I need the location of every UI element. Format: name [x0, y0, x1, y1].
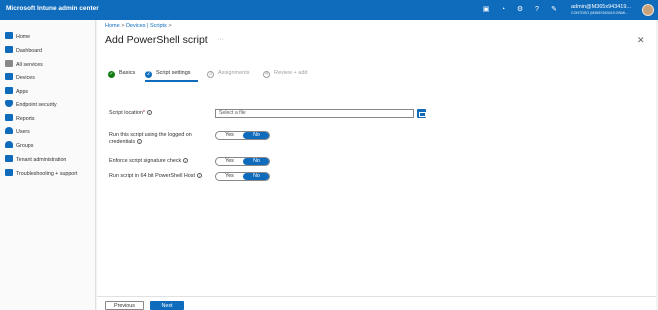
sidebar-item-label: Apps [16, 89, 29, 95]
toggle-no[interactable]: No [243, 173, 269, 180]
step-assignments[interactable]: 3 Assignments [207, 69, 250, 78]
sidebar-item-label: Users [16, 129, 30, 135]
sidebar-item-label: Endpoint security [16, 102, 57, 108]
info-icon[interactable]: i [137, 139, 143, 144]
remote-icon[interactable]: ▣ [482, 6, 490, 14]
info-icon[interactable]: i [146, 110, 152, 115]
breadcrumb-trail: > [168, 23, 172, 29]
toggle-yes[interactable]: Yes [216, 132, 243, 139]
app-title[interactable]: Microsoft Intune admin center [6, 5, 99, 12]
toggle-no[interactable]: No [243, 158, 269, 165]
toggle-no[interactable]: No [243, 132, 269, 139]
previous-button[interactable]: Previous [105, 301, 144, 310]
home-icon [5, 32, 13, 39]
devices-icon [5, 73, 13, 80]
next-button[interactable]: Next [150, 301, 184, 310]
toggle-yes[interactable]: Yes [216, 158, 243, 165]
groups-icon [5, 141, 13, 148]
sidebar-item-label: Devices [16, 75, 35, 81]
step-label: Script settings [156, 70, 191, 76]
active-step-indicator [145, 80, 198, 82]
sidebar-item-tenant-administration[interactable]: Tenant administration [5, 155, 95, 165]
page-title: Add PowerShell script [105, 34, 208, 46]
breadcrumb-devices-scripts[interactable]: Devices | Scripts [126, 23, 167, 29]
sidebar-item-groups[interactable]: Groups [5, 141, 95, 151]
endpoint-security-icon [5, 100, 13, 107]
account-info[interactable]: admin@M365x943419... CONTOSO (M365X94341… [571, 4, 639, 16]
sidebar-item-all-services[interactable]: All services [5, 60, 95, 70]
close-icon[interactable]: ✕ [637, 35, 645, 46]
top-bar: Microsoft Intune admin center ▣ ◔ ⚙ ? ✎ … [0, 0, 658, 20]
run-as-logged-on-toggle[interactable]: Yes No [215, 131, 270, 140]
sidebar-item-label: Dashboard [16, 48, 42, 54]
sidebar-item-label: Reports [16, 116, 35, 122]
run-64bit-label: Run script in 64 bit PowerShell Host i [109, 173, 202, 180]
browse-folder-icon[interactable] [417, 109, 426, 118]
step-number-icon: 3 [207, 71, 214, 78]
sidebar-item-label: Groups [16, 143, 34, 149]
feedback-icon[interactable]: ✎ [550, 6, 558, 14]
account-org: CONTOSO (M365X943419.ONMI... [571, 11, 629, 15]
sidebar-item-label: Troubleshooting + support [16, 171, 78, 177]
settings-icon[interactable]: ⚙ [516, 6, 524, 14]
sidebar-item-home[interactable]: Home [5, 32, 95, 42]
step-number-icon: 4 [263, 71, 270, 78]
main-panel: Home > Devices | Scripts > Add PowerShel… [97, 20, 656, 310]
enforce-signature-label: Enforce script signature check i [109, 158, 189, 165]
more-options-icon[interactable]: ··· [217, 36, 224, 43]
step-number-icon: 2 [145, 71, 152, 78]
step-basics[interactable]: ✓ Basics [108, 69, 135, 78]
dashboard-icon [5, 46, 13, 53]
sidebar-item-endpoint-security[interactable]: Endpoint security [5, 100, 95, 110]
sidebar-item-label: All services [16, 62, 43, 68]
all-services-icon [5, 60, 13, 67]
sidebar-item-troubleshooting[interactable]: Troubleshooting + support [5, 169, 95, 179]
step-script-settings[interactable]: 2 Script settings [145, 69, 191, 78]
run-64bit-toggle[interactable]: Yes No [215, 172, 270, 181]
avatar[interactable] [642, 4, 654, 16]
run-as-logged-on-label: Run this script using the logged on cred… [109, 132, 192, 145]
sidebar-item-label: Tenant administration [16, 157, 67, 163]
sidebar-item-devices[interactable]: Devices [5, 73, 95, 83]
step-review-add[interactable]: 4 Review + add [263, 69, 307, 78]
sidebar-item-apps[interactable]: Apps [5, 87, 95, 97]
sidebar-item-users[interactable]: Users [5, 127, 95, 137]
sidebar-item-dashboard[interactable]: Dashboard [5, 46, 95, 56]
sidebar-item-reports[interactable]: Reports [5, 114, 95, 124]
step-label: Assignments [218, 70, 250, 76]
info-icon[interactable]: i [183, 158, 189, 163]
breadcrumb: Home > Devices | Scripts > [105, 23, 172, 29]
breadcrumb-home[interactable]: Home [105, 23, 120, 29]
step-label: Review + add [274, 70, 308, 76]
info-icon[interactable]: i [197, 173, 202, 178]
toggle-yes[interactable]: Yes [216, 173, 243, 180]
reports-icon [5, 114, 13, 121]
help-icon[interactable]: ? [533, 6, 541, 14]
wizard-footer: Previous Next [97, 296, 656, 310]
script-file-input[interactable]: Select a file [215, 109, 414, 118]
enforce-signature-toggle[interactable]: Yes No [215, 157, 270, 166]
troubleshooting-icon [5, 169, 13, 176]
script-location-label: Script location* i [109, 110, 152, 117]
users-icon [5, 127, 13, 134]
breadcrumb-separator: > [121, 23, 125, 29]
file-input-placeholder: Select a file [219, 110, 246, 116]
checkmark-icon: ✓ [108, 71, 115, 78]
step-label: Basics [119, 70, 136, 76]
required-marker: * [142, 110, 145, 116]
sidebar: Home Dashboard All services Devices Apps… [0, 20, 96, 310]
bell-icon[interactable]: ◔ [499, 6, 507, 14]
sidebar-item-label: Home [16, 34, 31, 40]
apps-icon [5, 87, 13, 94]
tenant-admin-icon [5, 155, 13, 162]
